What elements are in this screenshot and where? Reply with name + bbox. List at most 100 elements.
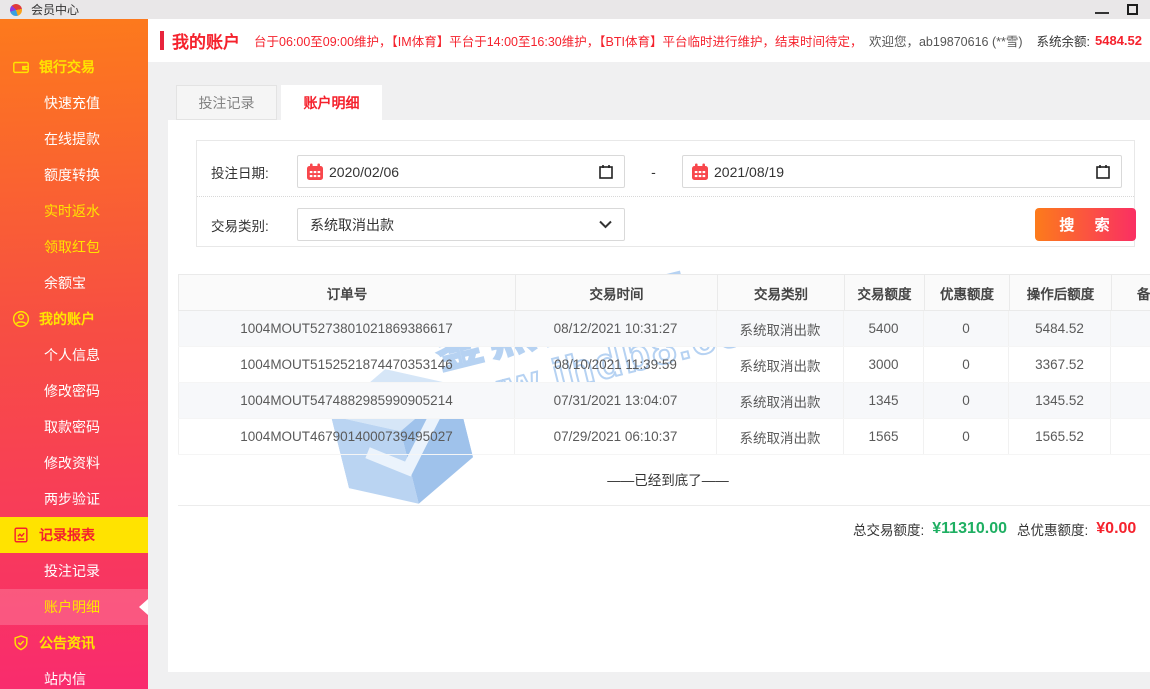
sidebar-item[interactable]: 两步验证 [0, 481, 148, 517]
filter-box: 投注日期: 2020/02/06 - [196, 140, 1135, 247]
table-header-cell: 优惠额度 [925, 275, 1010, 310]
category-select[interactable]: 系统取消出款 [297, 208, 625, 241]
sidebar-item[interactable]: 领取红包 [0, 229, 148, 265]
sidebar-item-label: 实时返水 [44, 201, 100, 221]
category-filter-row: 交易类别: 系统取消出款 [197, 208, 1134, 241]
range-separator: - [625, 164, 682, 180]
sidebar-item[interactable]: 在线提款 [0, 121, 148, 157]
app-icon [10, 4, 22, 16]
sidebar-item[interactable]: 修改资料 [0, 445, 148, 481]
total-discount-label: 总优惠额度: [1017, 519, 1088, 539]
sidebar-section[interactable]: 记录报表 [0, 517, 148, 553]
table-row: 1004MOUT527380102186938661708/12/2021 10… [178, 311, 1150, 347]
date-to-value: 2021/08/19 [714, 164, 784, 180]
window-title: 会员中心 [31, 1, 79, 18]
calendar-red-icon [691, 163, 709, 181]
table-cell: 1345.52 [1009, 383, 1111, 418]
table-cell [1111, 419, 1150, 454]
category-label: 交易类别: [197, 215, 297, 235]
table-cell [1111, 311, 1150, 346]
category-value: 系统取消出款 [310, 215, 394, 235]
sidebar-item[interactable]: 修改密码 [0, 373, 148, 409]
wallet-icon [12, 58, 30, 76]
window-controls [1095, 4, 1150, 15]
table-cell: 1565 [844, 419, 924, 454]
table-cell: 系统取消出款 [717, 311, 844, 346]
search-button[interactable]: 搜 索 [1035, 208, 1136, 241]
table-cell: 08/10/2021 11:39:59 [515, 347, 717, 382]
transactions-table: 订单号交易时间交易类别交易额度优惠额度操作后额度备注1004MOUT527380… [178, 274, 1150, 455]
sidebar-item-label: 个人信息 [44, 345, 100, 365]
sidebar-item-label: 快速充值 [44, 93, 100, 113]
balance-value: 5484.52 [1095, 33, 1142, 48]
sidebar-item[interactable]: 实时返水 [0, 193, 148, 229]
window-titlebar: 会员中心 [0, 0, 1150, 19]
table-header-row: 订单号交易时间交易类别交易额度优惠额度操作后额度备注 [178, 274, 1150, 311]
sidebar-item[interactable]: 余额宝 [0, 265, 148, 301]
table-header-cell: 操作后额度 [1010, 275, 1112, 310]
table-cell: 08/12/2021 10:31:27 [515, 311, 717, 346]
table-cell: 系统取消出款 [717, 347, 844, 382]
total-trade-label: 总交易额度: [853, 519, 924, 539]
sidebar-item-label: 记录报表 [39, 525, 95, 545]
table-cell: 3367.52 [1009, 347, 1111, 382]
table-row: 1004MOUT467901400073949502707/29/2021 06… [178, 419, 1150, 455]
sidebar-section[interactable]: 公告资讯 [0, 625, 148, 661]
main-area: 我的账户 台于06:00至09:00维护，【IM体育】平台于14:00至16:3… [148, 19, 1150, 689]
maintenance-notice: 台于06:00至09:00维护，【IM体育】平台于14:00至16:30维护，【… [254, 31, 861, 50]
chevron-down-icon [599, 220, 612, 229]
sidebar-item-label: 我的账户 [39, 309, 95, 329]
tab-account-details[interactable]: 账户明细 [281, 85, 382, 120]
table-header-cell: 备注 [1112, 275, 1150, 310]
total-trade-value: ¥11310.00 [932, 520, 1007, 538]
sidebar-item[interactable]: 账户明细 [0, 589, 148, 625]
table-cell: 0 [924, 311, 1009, 346]
sidebar-item[interactable]: 快速充值 [0, 85, 148, 121]
tab-bar: 投注记录 账户明细 [176, 85, 382, 120]
sidebar-item-label: 领取红包 [44, 237, 100, 257]
table-cell: 5400 [844, 311, 924, 346]
date-to-input[interactable]: 2021/08/19 [682, 155, 1122, 188]
tab-bet-records[interactable]: 投注记录 [176, 85, 277, 120]
table-cell: 1004MOUT5152521874470353146 [178, 347, 515, 382]
date-picker-icon[interactable] [1095, 164, 1111, 180]
accent-bar [160, 31, 164, 50]
total-discount-value: ¥0.00 [1096, 520, 1136, 538]
table-row: 1004MOUT515252187447035314608/10/2021 11… [178, 347, 1150, 383]
date-range-label: 投注日期: [197, 162, 297, 182]
sidebar-item[interactable]: 站内信 [0, 661, 148, 689]
shield-icon [12, 634, 30, 652]
table-header-cell: 订单号 [179, 275, 516, 310]
table-cell: 1565.52 [1009, 419, 1111, 454]
table-header-cell: 交易时间 [516, 275, 718, 310]
sidebar-item-label: 取款密码 [44, 417, 100, 437]
table-header-cell: 交易额度 [845, 275, 925, 310]
user-icon [12, 310, 30, 328]
table-row: 1004MOUT547488298599090521407/31/2021 13… [178, 383, 1150, 419]
table-cell: 1004MOUT4679014000739495027 [178, 419, 515, 454]
sidebar-item-label: 投注记录 [44, 561, 100, 581]
table-cell [1111, 383, 1150, 418]
sidebar-item[interactable]: 个人信息 [0, 337, 148, 373]
sidebar-item-label: 账户明细 [44, 597, 100, 617]
table-header-cell: 交易类别 [718, 275, 845, 310]
sidebar-section[interactable]: 我的账户 [0, 301, 148, 337]
divider [178, 505, 1150, 506]
sidebar-item-label: 在线提款 [44, 129, 100, 149]
balance-label: 系统余额: [1037, 31, 1090, 50]
sidebar-item[interactable]: 额度转换 [0, 157, 148, 193]
sidebar-item[interactable]: 投注记录 [0, 553, 148, 589]
sidebar-item[interactable]: 取款密码 [0, 409, 148, 445]
table-cell: 0 [924, 347, 1009, 382]
dotted-divider [197, 196, 1134, 197]
minimize-icon[interactable] [1095, 12, 1109, 14]
date-from-input[interactable]: 2020/02/06 [297, 155, 625, 188]
sidebar-section[interactable]: 银行交易 [0, 49, 148, 85]
sidebar-item-label: 余额宝 [44, 273, 86, 293]
content-panel: 鉴黑担保网 www.jhdb8.com 投注日期: 2020/02/06 [168, 120, 1150, 672]
calendar-red-icon [306, 163, 324, 181]
date-picker-icon[interactable] [598, 164, 614, 180]
sidebar-item-label: 公告资讯 [39, 633, 95, 653]
table-cell: 0 [924, 419, 1009, 454]
maximize-icon[interactable] [1127, 4, 1138, 15]
